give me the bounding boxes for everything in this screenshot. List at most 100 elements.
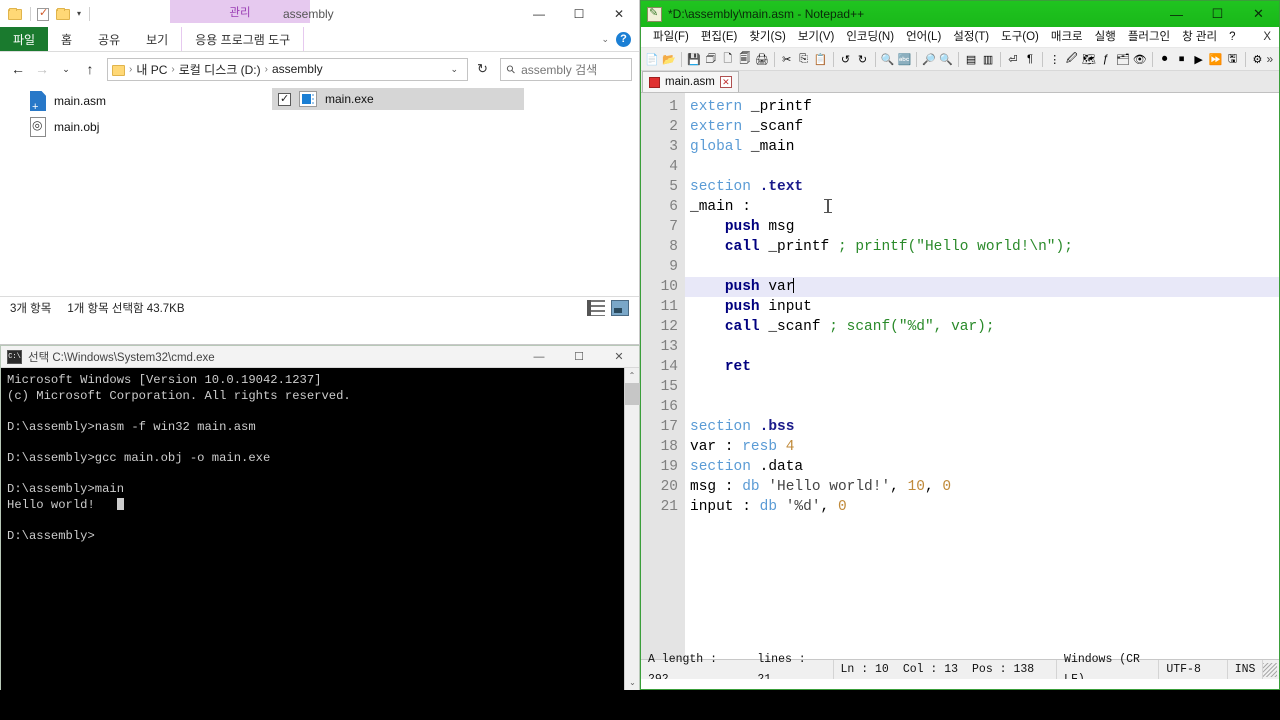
folder-workspace-icon[interactable]: 🗂 <box>1115 50 1131 69</box>
refresh-button[interactable]: ↻ <box>470 58 495 81</box>
cmd-maximize-button[interactable]: ☐ <box>559 346 599 368</box>
forward-button[interactable]: → <box>31 58 53 80</box>
code-line[interactable] <box>685 337 1279 357</box>
recent-locations-button[interactable]: ⌄ <box>55 58 77 80</box>
save-all-icon[interactable]: 🗇 <box>703 50 719 69</box>
run-macro-multiple-icon[interactable]: ⏩ <box>1208 50 1224 69</box>
status-eol-format[interactable]: Windows (CR LF) <box>1057 653 1160 679</box>
cmd-minimize-button[interactable]: — <box>519 346 559 368</box>
tab-close-icon[interactable]: ✕ <box>719 76 732 88</box>
menu-item-7[interactable]: 도구(O) <box>995 27 1045 48</box>
close-file-icon[interactable]: 🗋 <box>720 50 736 69</box>
address-bar[interactable]: › 내 PC › 로컬 디스크 (D:) › assembly ⌄ <box>107 57 468 81</box>
menu-item-9[interactable]: 실행 <box>1089 27 1122 48</box>
breadcrumb-item-folder[interactable]: assembly <box>272 62 323 76</box>
code-line[interactable]: extern _scanf <box>685 117 1279 137</box>
redo-icon[interactable]: ↻ <box>855 50 871 69</box>
menu-item-12[interactable]: ? <box>1223 27 1241 48</box>
code-line[interactable]: _main : <box>685 197 1279 217</box>
save-macro-icon[interactable]: 🖫 <box>1225 50 1241 69</box>
document-map-icon[interactable]: 🗺 <box>1081 50 1097 69</box>
code-line[interactable]: section .text <box>685 177 1279 197</box>
menu-item-5[interactable]: 언어(L) <box>900 27 947 48</box>
code-editor[interactable]: 1 2 3 4 5 6 7 8 9 10 11 12 13 14 15 16 17 18 19 20 21 extern… <box>641 93 1279 679</box>
list-item-main-asm[interactable]: main.asm <box>24 88 274 114</box>
stop-macro-icon[interactable]: ⏹ <box>1174 50 1190 69</box>
list-item-main-obj[interactable]: main.obj <box>24 114 274 140</box>
code-line[interactable]: section .data <box>685 457 1279 477</box>
menu-item-1[interactable]: 편집(E) <box>695 27 744 48</box>
ribbon-tab-view[interactable]: 보기 <box>133 27 181 51</box>
notepadpp-maximize-button[interactable]: ☐ <box>1197 1 1238 27</box>
code-line[interactable]: input : db '%d', 0 <box>685 497 1279 517</box>
qat-new-folder-icon[interactable] <box>56 6 72 22</box>
user-lang-icon[interactable]: 🖉 <box>1064 50 1080 69</box>
menu-item-8[interactable]: 매크로 <box>1045 27 1089 48</box>
list-item-main-exe[interactable]: main.exe <box>272 88 524 110</box>
find-icon[interactable]: 🔍 <box>879 50 895 69</box>
sync-horizontal-icon[interactable]: ▥ <box>980 50 996 69</box>
print-icon[interactable]: 🖨 <box>754 50 770 69</box>
help-icon[interactable]: ? <box>616 31 631 47</box>
console-scroll-up-icon[interactable]: ⌃ <box>625 368 639 383</box>
replace-icon[interactable]: 🔤 <box>896 50 912 69</box>
menu-item-10[interactable]: 플러그인 <box>1122 27 1176 48</box>
menu-item-11[interactable]: 창 관리 <box>1176 27 1223 48</box>
code-line[interactable] <box>685 377 1279 397</box>
cut-icon[interactable]: ✂ <box>779 50 795 69</box>
code-line[interactable] <box>685 397 1279 417</box>
console-output[interactable]: Microsoft Windows [Version 10.0.19042.12… <box>1 368 639 690</box>
function-list-icon[interactable]: ƒ <box>1098 50 1114 69</box>
search-box[interactable]: ⚲ assembly 검색 <box>500 57 632 81</box>
large-icons-view-icon[interactable] <box>611 299 629 316</box>
record-macro-icon[interactable]: ⏺ <box>1157 50 1173 69</box>
indent-guide-icon[interactable]: ⋮ <box>1047 50 1063 69</box>
notepadpp-close-button[interactable]: ✕ <box>1238 1 1279 27</box>
ribbon-tab-share[interactable]: 공유 <box>85 27 133 51</box>
qat-folder-icon[interactable] <box>8 6 24 22</box>
ribbon-tab-home[interactable]: 홈 <box>48 27 85 51</box>
status-encoding[interactable]: UTF-8 <box>1159 660 1228 679</box>
play-macro-icon[interactable]: ▶ <box>1191 50 1207 69</box>
cmd-close-button[interactable]: ✕ <box>599 346 639 368</box>
code-line-current[interactable]: push var <box>685 277 1279 297</box>
qat-customize-caret-icon[interactable]: ▾ <box>75 9 83 18</box>
console-scrollbar[interactable]: ⌃ ⌄ <box>624 368 640 690</box>
menu-item-2[interactable]: 찾기(S) <box>743 27 792 48</box>
run-icon[interactable]: ⚙ <box>1249 50 1265 69</box>
zoom-in-icon[interactable]: 🔎 <box>921 50 937 69</box>
back-button[interactable]: ← <box>7 58 29 80</box>
breadcrumb-item-pc[interactable]: 내 PC <box>136 61 167 78</box>
code-line[interactable]: section .bss <box>685 417 1279 437</box>
explorer-close-button[interactable]: ✕ <box>599 0 639 27</box>
code-line[interactable]: call _printf ; printf("Hello world!\n"); <box>685 237 1279 257</box>
menu-item-3[interactable]: 보기(V) <box>792 27 841 48</box>
notepadpp-minimize-button[interactable]: — <box>1156 1 1197 27</box>
toolbar-overflow-icon[interactable]: » <box>1266 52 1276 66</box>
menu-item-0[interactable]: 파일(F) <box>647 27 695 48</box>
code-line[interactable]: extern _printf <box>685 97 1279 117</box>
tab-main-asm[interactable]: main.asm ✕ <box>642 71 739 92</box>
code-line[interactable] <box>685 157 1279 177</box>
paste-icon[interactable]: 📋 <box>813 50 829 69</box>
menu-item-4[interactable]: 인코딩(N) <box>840 27 900 48</box>
sync-vertical-icon[interactable]: ▤ <box>963 50 979 69</box>
code-line[interactable]: push msg <box>685 217 1279 237</box>
copy-icon[interactable]: ⎘ <box>796 50 812 69</box>
code-line[interactable]: push input <box>685 297 1279 317</box>
code-line[interactable]: global _main <box>685 137 1279 157</box>
ribbon-collapse-caret-icon[interactable]: ⌄ <box>601 34 609 45</box>
zoom-out-icon[interactable]: 🔍 <box>938 50 954 69</box>
close-all-icon[interactable]: 🗐 <box>737 50 753 69</box>
monitor-icon[interactable]: 👁 <box>1132 50 1148 69</box>
console-scroll-thumb[interactable] <box>625 383 640 405</box>
status-insert-mode[interactable]: INS <box>1228 660 1264 679</box>
menu-close-document-icon[interactable]: X <box>1263 31 1279 43</box>
menu-item-6[interactable]: 설정(T) <box>947 27 995 48</box>
open-file-icon[interactable]: 📂 <box>661 50 677 69</box>
invisible-chars-icon[interactable]: ¶ <box>1022 50 1038 69</box>
details-view-icon[interactable] <box>587 299 605 316</box>
save-icon[interactable]: 💾 <box>686 50 702 69</box>
ribbon-tab-file[interactable]: 파일 <box>0 27 48 51</box>
console-scroll-down-icon[interactable]: ⌄ <box>625 675 640 690</box>
